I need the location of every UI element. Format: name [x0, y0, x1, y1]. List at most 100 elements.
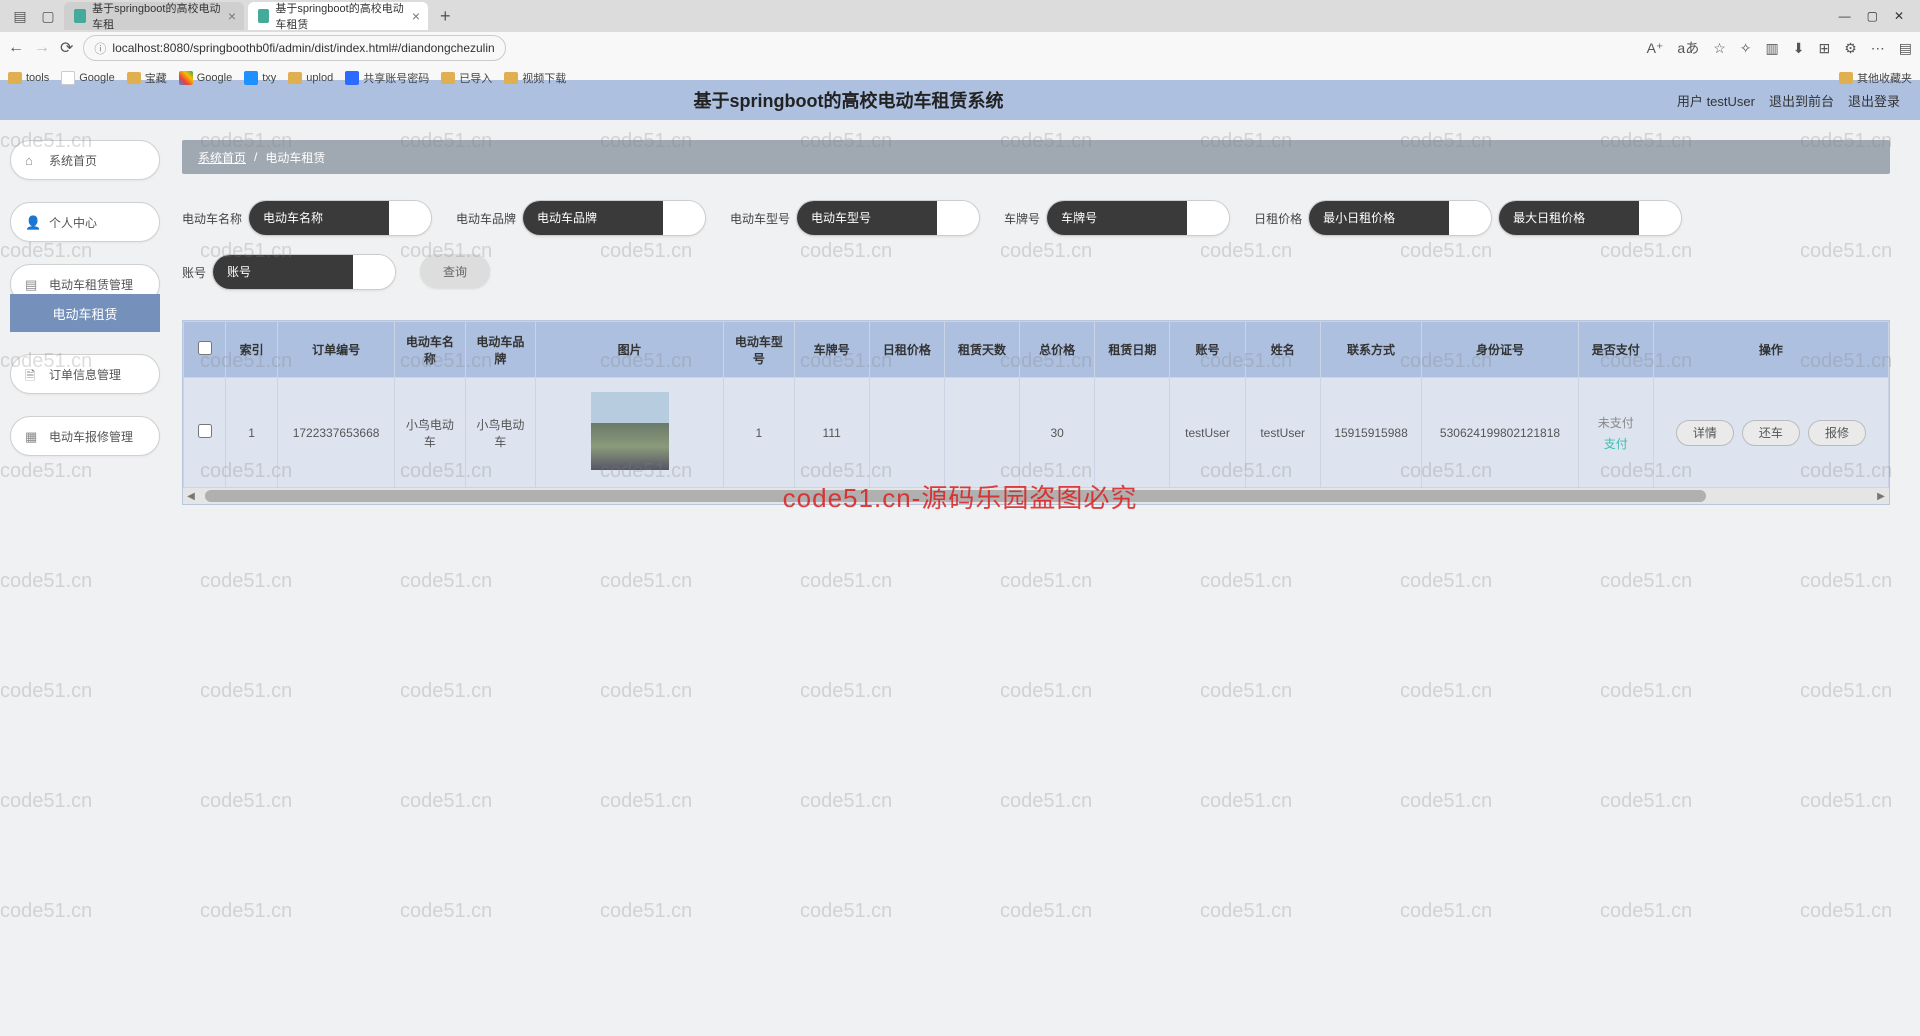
sidebar-item-home[interactable]: ⌂ 系统首页 [10, 140, 160, 180]
favicon-icon [258, 9, 269, 23]
other-bookmarks[interactable]: 其他收藏夹 [1839, 70, 1912, 86]
folder-icon [441, 72, 455, 84]
bookmark-item[interactable]: 视频下载 [504, 70, 566, 86]
bookmark-item[interactable]: Google [61, 71, 114, 85]
bookmark-item[interactable]: 已导入 [441, 70, 492, 86]
scroll-left-icon[interactable]: ◀ [183, 491, 199, 502]
list-icon: ▤ [25, 277, 39, 291]
cell-model: 1 [724, 378, 794, 488]
filter-name-input[interactable] [249, 201, 389, 235]
filter-acct-input[interactable] [213, 255, 353, 289]
th-account: 账号 [1170, 322, 1245, 378]
breadcrumb-sep: / [254, 150, 257, 164]
watermark-text: code51.cn [1200, 790, 1292, 813]
return-button[interactable]: 还车 [1742, 420, 1800, 446]
bookmark-item[interactable]: txy [244, 71, 276, 85]
cell-brand: 小鸟电动车 [465, 378, 535, 488]
download-icon[interactable]: ⬇ [1793, 40, 1805, 57]
watermark-text: code51.cn [200, 900, 292, 923]
th-brand: 电动车品牌 [465, 322, 535, 378]
select-all-checkbox[interactable] [198, 341, 212, 355]
horizontal-scrollbar[interactable]: ◀ ▶ [183, 488, 1889, 504]
breadcrumb-home[interactable]: 系统首页 [198, 149, 246, 166]
more-icon[interactable]: ⋯ [1871, 40, 1885, 57]
sidebar-icon[interactable]: ▤ [1899, 40, 1912, 57]
page-icon [244, 71, 258, 85]
translate-icon[interactable]: aあ [1677, 38, 1699, 58]
watermark-text: code51.cn [0, 790, 92, 813]
info-icon: ⓘ [94, 40, 106, 57]
pay-link[interactable]: 支付 [1585, 435, 1647, 452]
sidebar-item-label: 电动车报修管理 [49, 428, 133, 445]
sidebar: ⌂ 系统首页 👤 个人中心 ▤ 电动车租赁管理 电动车租赁 🗎 订单信息管理 ▦… [0, 120, 170, 525]
new-tab-button[interactable]: + [432, 6, 459, 27]
filter-model-input[interactable] [797, 201, 937, 235]
back-icon[interactable]: ← [8, 39, 24, 57]
scroll-right-icon[interactable]: ▶ [1873, 491, 1889, 502]
close-icon[interactable]: × [228, 8, 236, 24]
filter-brand-input[interactable] [523, 201, 663, 235]
browser-tab-active[interactable]: 基于springboot的高校电动车租赁 × [248, 2, 428, 30]
forward-icon[interactable]: → [34, 39, 50, 57]
bookmark-item[interactable]: 共享账号密码 [345, 70, 429, 86]
bookmark-item[interactable]: tools [8, 72, 49, 84]
sidebar-item-label: 订单信息管理 [49, 366, 121, 383]
th-pic: 图片 [536, 322, 724, 378]
collections-icon[interactable]: ✧ [1740, 40, 1752, 57]
watermark-text: code51.cn [0, 680, 92, 703]
cell-index: 1 [226, 378, 278, 488]
sidebar-sub-rental[interactable]: 电动车租赁 [10, 294, 160, 332]
minimize-icon[interactable]: — [1839, 9, 1851, 23]
watermark-text: code51.cn [800, 900, 892, 923]
sidebar-item-repair[interactable]: ▦ 电动车报修管理 [10, 416, 160, 456]
app-icon[interactable]: ⊞ [1818, 40, 1830, 57]
watermark-text: code51.cn [400, 900, 492, 923]
repair-button[interactable]: 报修 [1808, 420, 1866, 446]
bookmark-item[interactable]: uplod [288, 72, 333, 84]
browser-tab[interactable]: 基于springboot的高校电动车租 × [64, 2, 244, 30]
watermark-text: code51.cn [600, 680, 692, 703]
filter-minprice-input[interactable] [1309, 201, 1449, 235]
bookmark-item[interactable]: Google [179, 71, 232, 85]
filter-plate-input[interactable] [1047, 201, 1187, 235]
row-checkbox[interactable] [198, 424, 212, 438]
home-icon: ⌂ [25, 153, 39, 167]
watermark-text: code51.cn [1200, 680, 1292, 703]
folder-icon [127, 72, 141, 84]
read-aloud-icon[interactable]: A⁺ [1647, 40, 1664, 57]
watermark-text: code51.cn [0, 900, 92, 923]
filter-maxprice-input[interactable] [1499, 201, 1639, 235]
tab-title: 基于springboot的高校电动车租 [92, 0, 222, 32]
watermark-text: code51.cn [800, 570, 892, 593]
watermark-text: code51.cn [400, 680, 492, 703]
extension-icon[interactable]: ⚙ [1844, 40, 1857, 57]
filter-plate-label: 车牌号 [1004, 210, 1040, 227]
sidebar-item-profile[interactable]: 👤 个人中心 [10, 202, 160, 242]
sidebar-item-orders[interactable]: 🗎 订单信息管理 [10, 354, 160, 394]
query-button[interactable]: 查询 [420, 254, 490, 288]
logout-link[interactable]: 退出登录 [1848, 91, 1900, 110]
watermark-text: code51.cn [1800, 680, 1892, 703]
favicon-icon [74, 9, 86, 23]
watermark-text: code51.cn [800, 680, 892, 703]
split-icon[interactable]: ▥ [1766, 40, 1779, 57]
folder-icon [504, 72, 518, 84]
tab-overview-icon[interactable]: ▢ [36, 4, 60, 28]
detail-button[interactable]: 详情 [1676, 420, 1734, 446]
to-front-link[interactable]: 退出到前台 [1769, 91, 1834, 110]
maximize-icon[interactable]: ▢ [1867, 9, 1878, 23]
thumbnail-image[interactable] [591, 392, 669, 470]
url-field[interactable]: ⓘ localhost:8080/springboothb0fi/admin/d… [83, 35, 505, 61]
th-total: 总价格 [1020, 322, 1095, 378]
window-menu-icon[interactable]: ▤ [8, 4, 32, 28]
watermark-text: code51.cn [1200, 570, 1292, 593]
favorite-icon[interactable]: ☆ [1713, 40, 1726, 57]
reload-icon[interactable]: ⟳ [60, 38, 73, 58]
bookmark-item[interactable]: 宝藏 [127, 70, 167, 86]
close-window-icon[interactable]: ✕ [1894, 9, 1904, 23]
watermark-text: code51.cn [1600, 680, 1692, 703]
cell-date [1095, 378, 1170, 488]
scroll-thumb[interactable] [205, 490, 1706, 502]
close-icon[interactable]: × [412, 8, 420, 24]
watermark-text: code51.cn [1800, 790, 1892, 813]
